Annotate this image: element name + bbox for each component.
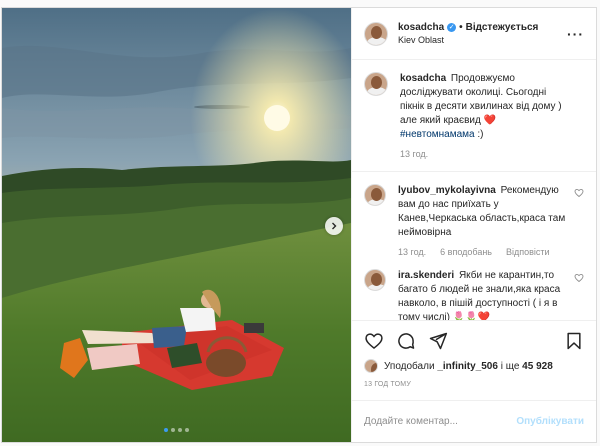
carousel-indicator <box>2 428 351 432</box>
post-timestamp[interactable]: 13 ГОД ТОМУ <box>364 381 584 388</box>
add-comment-bar: Опублікувати <box>352 400 596 442</box>
comment-icon[interactable] <box>396 331 416 351</box>
post-location[interactable]: Kiev Oblast <box>398 34 567 46</box>
commenter-avatar[interactable] <box>364 269 386 291</box>
post-actions: Уподобали _infinity_506 і ще 45 928 13 Г… <box>352 320 596 388</box>
caption-avatar[interactable] <box>364 72 388 96</box>
caption-username[interactable]: kosadcha <box>400 73 446 84</box>
caption: kosadcha Продовжуємо досліджувати околиц… <box>364 72 584 159</box>
carousel-dot <box>164 428 168 432</box>
liker-avatar <box>364 359 378 373</box>
author-username[interactable]: kosadcha <box>398 22 444 34</box>
carousel-dot <box>185 428 189 432</box>
likes-prefix: Уподобали <box>384 360 435 372</box>
verified-badge-icon: ✓ <box>447 23 457 32</box>
share-icon[interactable] <box>428 331 448 351</box>
comment-input[interactable] <box>364 416 517 427</box>
picnic-landscape-image <box>2 8 351 442</box>
caption-trailing: :) <box>477 129 484 140</box>
divider <box>352 171 596 172</box>
post-header: kosadcha ✓ • Відстежується Kiev Oblast ·… <box>352 8 596 60</box>
heart-emoji: ❤️ <box>483 115 497 126</box>
post-photo[interactable] <box>2 8 351 442</box>
caption-time[interactable]: 13 год. <box>400 149 428 159</box>
comment-item: ira.skenderi Якби не карантин,то багато … <box>364 269 584 320</box>
caption-hashtag[interactable]: #невтомнамама <box>400 129 475 140</box>
reply-button[interactable]: Відповісти <box>506 247 550 257</box>
author-info: kosadcha ✓ • Відстежується Kiev Oblast <box>398 22 567 46</box>
instagram-post: kosadcha ✓ • Відстежується Kiev Oblast ·… <box>1 7 597 443</box>
comment-time[interactable]: 13 год. <box>398 247 426 257</box>
likes-middle: і ще <box>500 360 520 372</box>
post-side-panel: kosadcha ✓ • Відстежується Kiev Oblast ·… <box>351 8 596 442</box>
comment-item: lyubov_mykolayivna Рекомендую вам до нас… <box>364 184 584 257</box>
carousel-next-button[interactable] <box>325 217 343 235</box>
heart-icon[interactable] <box>364 331 384 351</box>
comment-like-icon[interactable] <box>574 273 584 283</box>
more-options-icon[interactable]: ··· <box>567 26 584 42</box>
likes-summary[interactable]: Уподобали _infinity_506 і ще 45 928 <box>364 359 584 373</box>
chevron-right-icon <box>332 222 337 230</box>
commenter-avatar[interactable] <box>364 184 386 206</box>
likes-count[interactable]: 45 928 <box>522 361 553 372</box>
comment-like-icon[interactable] <box>574 188 584 198</box>
carousel-dot <box>171 428 175 432</box>
comment-likes[interactable]: 6 вподобань <box>440 247 492 257</box>
publish-comment-button[interactable]: Опублікувати <box>516 416 584 427</box>
liker-username[interactable]: _infinity_506 <box>437 361 498 372</box>
follow-status-button[interactable]: Відстежується <box>466 22 539 34</box>
bookmark-icon[interactable] <box>564 331 584 351</box>
carousel-dot <box>178 428 182 432</box>
author-avatar[interactable] <box>364 21 388 46</box>
comment-emoji: 🌷🌷❤️ <box>452 312 491 320</box>
commenter-username[interactable]: lyubov_mykolayivna <box>398 185 496 196</box>
comments-list: kosadcha Продовжуємо досліджувати околиц… <box>352 60 596 320</box>
commenter-username[interactable]: ira.skenderi <box>398 270 454 281</box>
